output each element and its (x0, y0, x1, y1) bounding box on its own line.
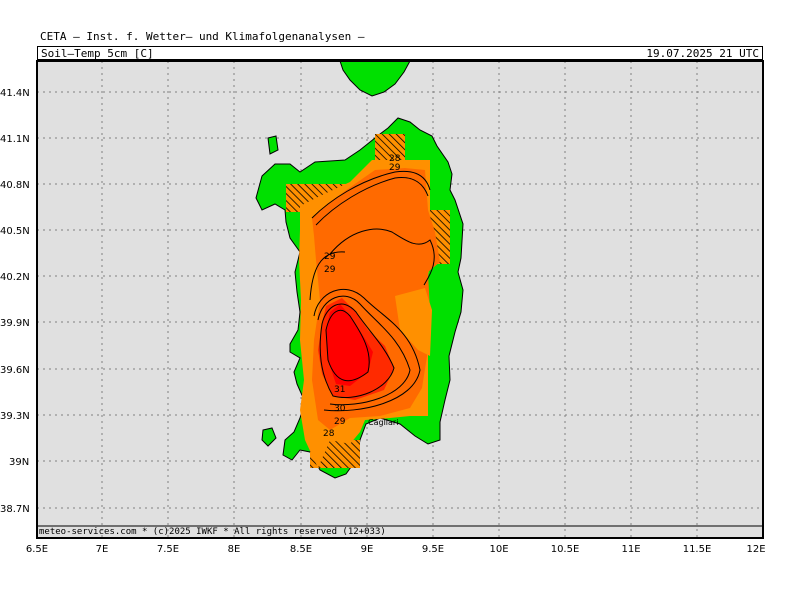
lon-tick-label: 11.5E (683, 544, 712, 555)
lon-tick-label: 8E (228, 544, 241, 555)
city-label-cagliari: Cagliari (368, 418, 398, 427)
lat-tick-label: 41.1N (0, 134, 30, 145)
contour-label: 29 (389, 163, 401, 173)
copyright-footer: meteo-services.com * (c)2025 IWKF * All … (39, 527, 386, 537)
lon-tick-label: 12E (746, 544, 765, 555)
lon-tick-label: 10.5E (551, 544, 580, 555)
lon-tick-label: 9E (361, 544, 374, 555)
contour-label: 29 (334, 417, 346, 427)
x-axis-labels: 6.5E 7E 7.5E 8E 8.5E 9E 9.5E 10E 10.5E 1… (26, 544, 766, 555)
lat-tick-label: 40.8N (0, 180, 30, 191)
asinara-island (267, 135, 279, 155)
lat-tick-label: 41.4N (0, 88, 30, 99)
lat-tick-label: 40.2N (0, 272, 30, 283)
lon-tick-label: 6.5E (26, 544, 48, 555)
lon-tick-label: 7E (96, 544, 109, 555)
lon-tick-label: 7.5E (157, 544, 179, 555)
contour-label: 29 (324, 252, 336, 262)
contour-label: 28 (323, 429, 335, 439)
lon-tick-label: 8.5E (290, 544, 312, 555)
contour-label: 29 (324, 265, 336, 275)
lon-tick-label: 11E (621, 544, 640, 555)
lat-tick-label: 40.5N (0, 226, 30, 237)
lat-tick-label: 39.6N (0, 365, 30, 376)
contour-label: 30 (334, 404, 346, 414)
soil-temperature-map: 28 29 29 29 31 30 29 28 Cagliari 41.4N 4… (0, 60, 766, 555)
lat-tick-label: 39.3N (0, 411, 30, 422)
lat-tick-label: 39N (9, 457, 29, 468)
y-axis-labels: 41.4N 41.1N 40.8N 40.5N 40.2N 39.9N 39.6… (0, 88, 30, 515)
lat-tick-label: 38.7N (0, 504, 30, 515)
lat-tick-label: 39.9N (0, 318, 30, 329)
lon-tick-label: 9.5E (422, 544, 444, 555)
contour-label: 31 (334, 385, 345, 395)
lon-tick-label: 10E (489, 544, 508, 555)
